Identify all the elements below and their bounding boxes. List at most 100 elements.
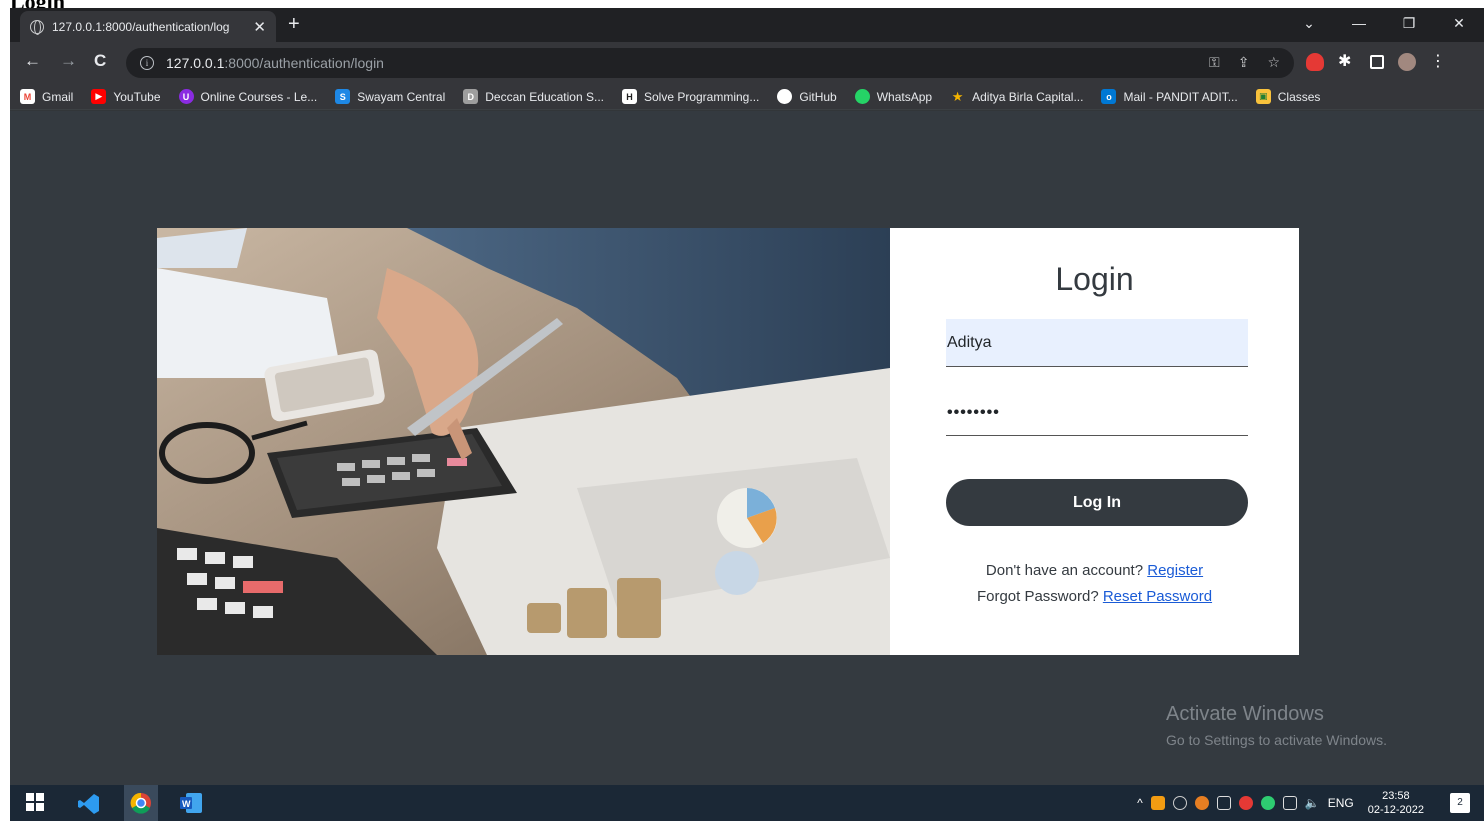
language-indicator[interactable]: ENG bbox=[1328, 796, 1354, 810]
forward-arrow-icon[interactable]: → bbox=[60, 51, 77, 71]
github-icon bbox=[777, 89, 793, 104]
app-tray-icon[interactable] bbox=[1150, 796, 1165, 810]
omnibox-actions: ⚿ ⇪ ☆ bbox=[1209, 54, 1280, 71]
share-icon[interactable]: ⇪ bbox=[1238, 54, 1250, 71]
browser-tab[interactable]: 127.0.0.1:8000/authentication/log ✕ bbox=[20, 11, 276, 42]
bookmark-aditya-birla[interactable]: ★ Aditya Birla Capital... bbox=[950, 88, 1084, 104]
bookmark-solve-programming[interactable]: H Solve Programming... bbox=[621, 89, 760, 104]
register-line: Don't have an account? Register bbox=[890, 562, 1299, 579]
bookmark-gmail[interactable]: M Gmail bbox=[20, 89, 73, 104]
username-input[interactable] bbox=[946, 319, 1248, 367]
bookmark-label: Swayam Central bbox=[357, 89, 446, 104]
close-window-button[interactable]: ✕ bbox=[1434, 15, 1484, 32]
site-info-icon[interactable]: i bbox=[140, 56, 154, 70]
system-tray: ^ 🔈 ENG 23:58 02-12-2022 bbox=[1137, 785, 1424, 821]
chrome-tray-icon[interactable] bbox=[1194, 796, 1209, 810]
globe-icon bbox=[30, 19, 44, 35]
onedrive-icon[interactable] bbox=[1172, 796, 1187, 810]
restore-button[interactable]: ❐ bbox=[1384, 15, 1434, 32]
watermark-title: Activate Windows bbox=[1166, 703, 1324, 725]
forgot-prompt: Forgot Password? bbox=[976, 588, 1099, 605]
bookmark-label: Solve Programming... bbox=[643, 89, 760, 104]
shield-extension-icon[interactable] bbox=[1306, 53, 1324, 71]
deccan-icon: D bbox=[463, 89, 479, 104]
battery-icon[interactable] bbox=[1216, 796, 1231, 810]
bookmark-deccan[interactable]: D Deccan Education S... bbox=[463, 89, 604, 104]
finance-desk-photo bbox=[157, 228, 890, 655]
security-icon[interactable] bbox=[1238, 796, 1253, 810]
login-form: Login Log In Don't have an account? Regi… bbox=[890, 228, 1299, 655]
bookmark-label: Deccan Education S... bbox=[485, 89, 604, 104]
activate-windows-watermark: Activate Windows Go to Settings to activ… bbox=[1166, 703, 1387, 748]
youtube-icon: ▶ bbox=[91, 89, 107, 104]
display-icon[interactable] bbox=[1282, 796, 1297, 810]
clock[interactable]: 23:58 02-12-2022 bbox=[1368, 789, 1424, 817]
bookmarks-bar: M Gmail ▶ YouTube U Online Courses - Le... … bbox=[10, 84, 1484, 110]
key-icon[interactable]: ⚿ bbox=[1209, 54, 1220, 71]
whatsapp-icon bbox=[854, 89, 870, 104]
menu-dots-icon[interactable]: ⋮ bbox=[1430, 53, 1448, 71]
url-path: :8000/authentication/login bbox=[224, 55, 384, 71]
speaker-icon[interactable]: 🔈 bbox=[1305, 796, 1320, 810]
bookmark-label: Classes bbox=[1277, 89, 1321, 104]
outlook-icon: o bbox=[1101, 89, 1117, 104]
page-viewport: Login Log In Don't have an account? Regi… bbox=[10, 111, 1484, 785]
aditya-birla-icon: ★ bbox=[951, 88, 964, 104]
new-tab-button[interactable]: + bbox=[288, 14, 300, 34]
back-arrow-icon[interactable]: ← bbox=[24, 51, 41, 71]
password-input[interactable] bbox=[946, 390, 1248, 436]
extension-icons: ✱ ⋮ bbox=[1306, 53, 1448, 71]
address-bar[interactable]: i 127.0.0.1:8000/authentication/login ⚿ … bbox=[126, 48, 1294, 78]
bookmark-youtube[interactable]: ▶ YouTube bbox=[91, 89, 161, 104]
bookmark-label: Gmail bbox=[42, 89, 74, 104]
login-button[interactable]: Log In bbox=[946, 479, 1248, 526]
bookmark-online-courses[interactable]: U Online Courses - Le... bbox=[178, 89, 318, 104]
watermark-subtitle: Go to Settings to activate Windows. bbox=[1166, 732, 1387, 748]
hackerrank-icon: H bbox=[621, 89, 637, 104]
puzzle-icon[interactable]: ✱ bbox=[1338, 53, 1356, 71]
minimize-button[interactable]: — bbox=[1334, 15, 1384, 31]
classroom-icon: ▣ bbox=[1255, 89, 1271, 104]
udemy-icon: U bbox=[178, 89, 194, 104]
tab-search-icon[interactable]: ⌄ bbox=[1284, 15, 1334, 32]
bookmark-mail[interactable]: o Mail - PANDIT ADIT... bbox=[1101, 89, 1238, 104]
side-panel-icon[interactable] bbox=[1370, 55, 1384, 69]
chrome-taskbar-button[interactable] bbox=[124, 785, 158, 821]
reset-line: Forgot Password? Reset Password bbox=[890, 588, 1299, 605]
bookmark-whatsapp[interactable]: WhatsApp bbox=[854, 89, 933, 104]
bookmark-label: GitHub bbox=[799, 89, 837, 104]
tab-title: 127.0.0.1:8000/authentication/log bbox=[52, 19, 230, 34]
register-link[interactable]: Register bbox=[1147, 562, 1203, 579]
clock-time: 23:58 bbox=[1382, 790, 1410, 802]
clock-date: 02-12-2022 bbox=[1367, 804, 1424, 816]
bookmark-classes[interactable]: ▣ Classes bbox=[1255, 89, 1321, 104]
reload-icon[interactable]: C bbox=[94, 51, 106, 71]
gmail-icon: M bbox=[20, 89, 35, 104]
form-title: Login bbox=[1055, 261, 1134, 297]
swayam-icon: S bbox=[335, 89, 351, 104]
url-host: 127.0.0.1 bbox=[166, 55, 225, 71]
login-card: Login Log In Don't have an account? Regi… bbox=[157, 228, 1299, 655]
network-app-icon[interactable] bbox=[1260, 796, 1275, 810]
svg-text:W: W bbox=[182, 799, 191, 809]
star-icon[interactable]: ☆ bbox=[1267, 54, 1280, 71]
reset-password-link[interactable]: Reset Password bbox=[1103, 588, 1212, 605]
word-icon[interactable]: W bbox=[180, 793, 202, 813]
register-prompt: Don't have an account? bbox=[985, 562, 1144, 579]
chevron-up-icon[interactable]: ^ bbox=[1137, 796, 1143, 810]
bookmark-swayam[interactable]: S Swayam Central bbox=[335, 89, 445, 104]
notification-center-button[interactable]: 2 bbox=[1450, 793, 1470, 813]
bookmark-label: WhatsApp bbox=[876, 89, 933, 104]
bookmark-label: YouTube bbox=[113, 89, 161, 104]
browser-window: 127.0.0.1:8000/authentication/log ✕ + ⌄ … bbox=[10, 8, 1484, 821]
browser-toolbar: ← → C i 127.0.0.1:8000/authentication/lo… bbox=[10, 42, 1484, 84]
window-controls: ⌄ — ❐ ✕ bbox=[1284, 8, 1484, 38]
bookmark-label: Online Courses - Le... bbox=[200, 89, 318, 104]
taskbar: W ^ 🔈 ENG 23:58 02-12-2022 2 bbox=[10, 785, 1484, 821]
vscode-icon[interactable] bbox=[78, 793, 99, 814]
windows-start-icon[interactable] bbox=[26, 793, 46, 813]
bookmark-github[interactable]: GitHub bbox=[777, 89, 837, 104]
profile-avatar-icon[interactable] bbox=[1398, 53, 1416, 71]
tab-strip: 127.0.0.1:8000/authentication/log ✕ + ⌄ … bbox=[10, 8, 1484, 42]
close-tab-icon[interactable]: ✕ bbox=[253, 18, 266, 36]
